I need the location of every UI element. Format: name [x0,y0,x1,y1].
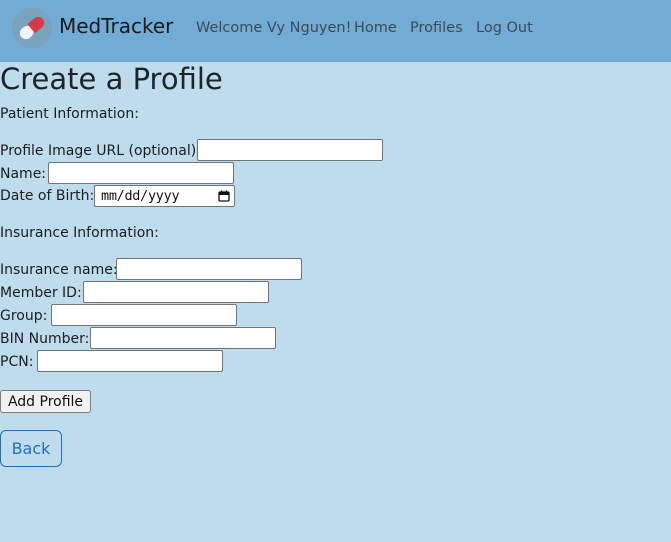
name-label: Name: [0,166,47,182]
page-title: Create a Profile [0,62,223,96]
patient-info-heading: Patient Information: [0,106,139,122]
insurance-name-input[interactable] [116,258,302,280]
welcome-text: Welcome Vy Nguyen! [196,20,352,36]
nav-profiles-link[interactable]: Profiles [410,20,463,36]
nav-logout-link[interactable]: Log Out [476,20,533,36]
bin-number-label: BIN Number: [0,331,90,347]
nav-home-link[interactable]: Home [354,20,397,36]
member-id-input[interactable] [83,281,269,303]
calendar-icon[interactable] [218,190,230,202]
group-input[interactable] [51,304,237,326]
back-button[interactable]: Back [0,430,62,467]
navbar: MedTracker Welcome Vy Nguyen! Home Profi… [0,0,671,62]
member-id-label: Member ID: [0,285,82,301]
bin-number-input[interactable] [90,327,276,349]
name-input[interactable] [48,162,234,184]
dob-label: Date of Birth: [0,188,95,204]
dob-placeholder: mm/dd/yyyy [101,188,180,204]
image-url-input[interactable] [197,139,383,161]
image-url-label: Profile Image URL (optional): [0,143,201,159]
dob-date-input[interactable]: mm/dd/yyyy [94,185,235,207]
insurance-info-heading: Insurance Information: [0,225,159,241]
brand-name[interactable]: MedTracker [59,14,173,38]
pill-logo-icon[interactable] [12,8,52,48]
insurance-name-label: Insurance name: [0,262,118,278]
add-profile-button[interactable]: Add Profile [0,390,91,413]
pcn-input[interactable] [37,350,223,372]
group-label: Group: [0,308,48,324]
pcn-label: PCN: [0,354,34,370]
